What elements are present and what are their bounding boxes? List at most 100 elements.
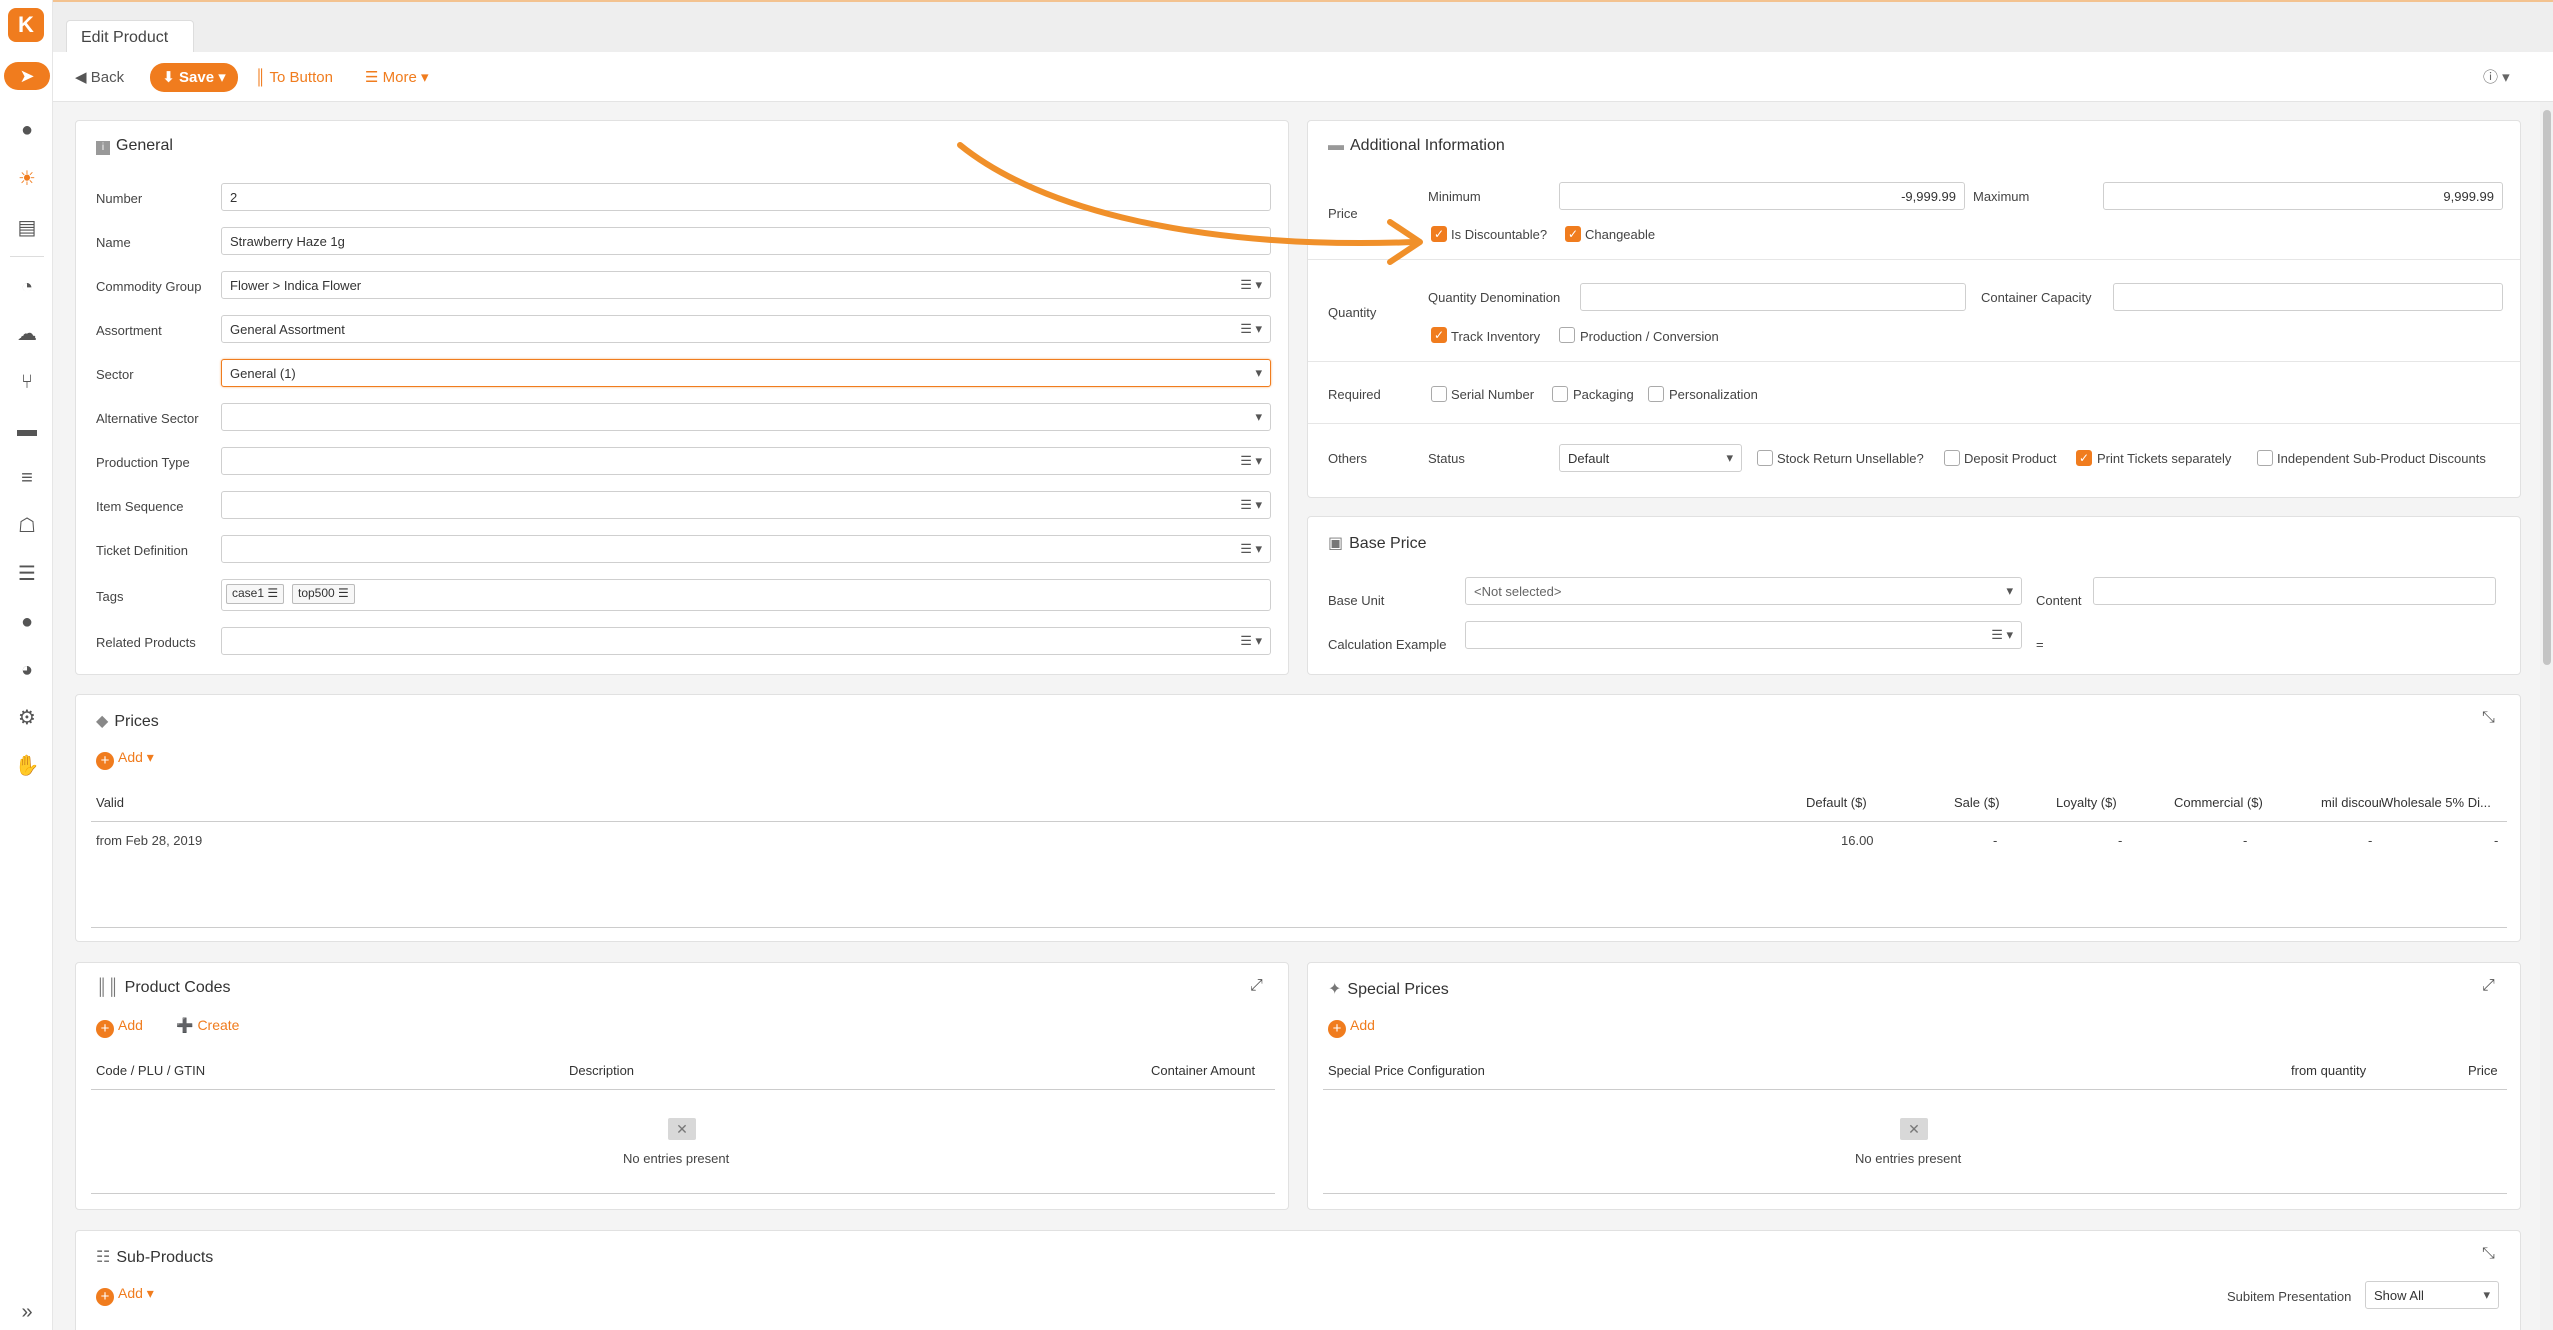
- is-discountable-checkbox[interactable]: ✓: [1431, 226, 1447, 242]
- empty-folder-icon: ✕: [1900, 1118, 1928, 1140]
- store-icon[interactable]: ▤: [14, 216, 40, 240]
- container-capacity-field[interactable]: [2113, 283, 2503, 311]
- base-unit-select[interactable]: <Not selected> ▾: [1465, 577, 2022, 605]
- commodity-group-select[interactable]: Flower > Indica Flower ☰ ▾: [221, 271, 1271, 299]
- track-inventory-checkbox[interactable]: ✓: [1431, 327, 1447, 343]
- serial-number-checkbox[interactable]: [1431, 386, 1447, 402]
- list-icon[interactable]: ≡: [14, 466, 40, 490]
- tag-label: top500: [298, 586, 335, 600]
- column-header-special-price-config[interactable]: Special Price Configuration: [1328, 1063, 1485, 1078]
- create-icon: ➕: [176, 1017, 194, 1033]
- sector-select[interactable]: General (1) ▾: [221, 359, 1271, 387]
- annotation-arrow: [957, 142, 1423, 265]
- prices-add-button[interactable]: + Add ▾: [96, 749, 154, 770]
- tag-chip[interactable]: case1 ☰: [226, 584, 285, 604]
- personalization-checkbox[interactable]: [1648, 386, 1664, 402]
- expand-icon[interactable]: ⤢: [2482, 977, 2495, 995]
- packaging-checkbox[interactable]: [1552, 386, 1568, 402]
- content-field[interactable]: [2093, 577, 2496, 605]
- sub-products-add-button[interactable]: + Add ▾: [96, 1285, 154, 1306]
- column-header-description[interactable]: Description: [569, 1063, 634, 1078]
- production-type-label: Production Type: [96, 455, 190, 470]
- users-icon[interactable]: ●: [14, 610, 40, 634]
- cutlery-icon[interactable]: ⑂: [14, 370, 40, 394]
- tags-label: Tags: [96, 589, 124, 604]
- subitem-presentation-value: Show All: [2374, 1288, 2424, 1303]
- status-select[interactable]: Default ▾: [1559, 444, 1742, 472]
- help-icon[interactable]: ⓘ ▾: [2483, 65, 2510, 91]
- product-codes-add-label: Add: [118, 1017, 143, 1033]
- column-header-price[interactable]: Price: [2468, 1063, 2498, 1078]
- tab-bar: Edit Product: [53, 0, 2553, 54]
- special-prices-add-button[interactable]: + Add: [1328, 1017, 1375, 1038]
- subitem-presentation-label: Subitem Presentation: [2227, 1289, 2352, 1304]
- expand-icon[interactable]: ⤢: [1250, 977, 1263, 995]
- stock-return-checkbox[interactable]: [1757, 450, 1773, 466]
- base-unit-label: Base Unit: [1328, 593, 1385, 608]
- tag-chip[interactable]: top500 ☰: [292, 584, 355, 604]
- minimum-field[interactable]: -9,999.99: [1559, 182, 1965, 210]
- cloud-icon[interactable]: ☁: [14, 322, 40, 346]
- back-button[interactable]: ◀ Back: [75, 65, 124, 91]
- product-codes-add-button[interactable]: + Add: [96, 1017, 143, 1038]
- print-tickets-checkbox[interactable]: ✓: [2076, 450, 2092, 466]
- collapse-icon[interactable]: ⤡: [2482, 1245, 2495, 1263]
- plus-icon: +: [96, 1020, 114, 1038]
- column-header-commercial[interactable]: Commercial ($): [2174, 795, 2263, 810]
- gear-icon[interactable]: ⚙: [14, 706, 40, 730]
- ticket-definition-select[interactable]: ☰ ▾: [221, 535, 1271, 563]
- assortment-select[interactable]: General Assortment ☰ ▾: [221, 315, 1271, 343]
- column-header-container-amount[interactable]: Container Amount: [1151, 1063, 1255, 1078]
- mil-discount-cell: -: [2368, 833, 2373, 848]
- save-button[interactable]: ⬇ Save ▾: [150, 63, 238, 92]
- changeable-checkbox[interactable]: ✓: [1565, 226, 1581, 242]
- maximum-field[interactable]: 9,999.99: [2103, 182, 2503, 210]
- back-icon: ◀: [75, 69, 87, 86]
- gift-icon[interactable]: ☖: [14, 514, 40, 538]
- table-bottom-divider: [91, 927, 2507, 928]
- monitor-icon[interactable]: ▬: [14, 418, 40, 442]
- drawer-icon[interactable]: ☰: [14, 562, 40, 586]
- column-header-loyalty[interactable]: Loyalty ($): [2056, 795, 2117, 810]
- quantity-denomination-field[interactable]: [1580, 283, 1966, 311]
- item-sequence-select[interactable]: ☰ ▾: [221, 491, 1271, 519]
- deposit-product-checkbox[interactable]: [1944, 450, 1960, 466]
- user-icon[interactable]: ●: [14, 118, 40, 142]
- expand-sidebar-icon[interactable]: »: [14, 1300, 40, 1324]
- production-type-select[interactable]: ☰ ▾: [221, 447, 1271, 475]
- sector-value: General (1): [230, 366, 296, 381]
- related-products-label: Related Products: [96, 635, 196, 650]
- related-products-select[interactable]: ☰ ▾: [221, 627, 1271, 655]
- handshake-icon[interactable]: ✋: [14, 754, 40, 778]
- column-header-sale[interactable]: Sale ($): [1954, 795, 2000, 810]
- tags-field[interactable]: case1 ☰ top500 ☰: [221, 579, 1271, 611]
- column-header-wholesale[interactable]: Wholesale 5% Di...: [2381, 795, 2501, 810]
- column-header-default[interactable]: Default ($): [1806, 795, 1867, 810]
- tab-edit-product[interactable]: Edit Product: [66, 20, 194, 54]
- table-header-divider: [91, 821, 2507, 822]
- list-dropdown-icon: ☰ ▾: [1991, 627, 2013, 642]
- alternative-sector-select[interactable]: ▾: [221, 403, 1271, 431]
- production-conversion-checkbox[interactable]: [1559, 327, 1575, 343]
- pie-chart-icon[interactable]: ◕: [14, 658, 40, 682]
- more-button[interactable]: ☰ More ▾: [365, 65, 429, 91]
- divider: [1308, 259, 2520, 260]
- subitem-presentation-select[interactable]: Show All ▾: [2365, 1281, 2499, 1309]
- to-button-button[interactable]: ║ To Button: [255, 65, 333, 91]
- status-label: Status: [1428, 451, 1465, 466]
- independent-discounts-checkbox[interactable]: [2257, 450, 2273, 466]
- calculation-example-select[interactable]: ☰ ▾: [1465, 621, 2022, 649]
- product-codes-create-button[interactable]: ➕ Create: [176, 1017, 239, 1034]
- divider: [1308, 361, 2520, 362]
- column-header-code[interactable]: Code / PLU / GTIN: [96, 1063, 205, 1078]
- sale-cell: -: [1993, 833, 1998, 848]
- column-header-valid[interactable]: Valid: [96, 795, 124, 810]
- loyalty-cell: -: [2118, 833, 2123, 848]
- table-header-divider: [1323, 1089, 2507, 1090]
- scrollbar-thumb[interactable]: [2543, 110, 2551, 665]
- column-header-from-quantity[interactable]: from quantity: [2291, 1063, 2366, 1078]
- sun-icon[interactable]: ☀: [14, 167, 40, 191]
- dashboard-icon[interactable]: ◔: [14, 275, 40, 299]
- rocket-icon[interactable]: ➤: [4, 62, 50, 90]
- collapse-icon[interactable]: ⤡: [2482, 709, 2495, 727]
